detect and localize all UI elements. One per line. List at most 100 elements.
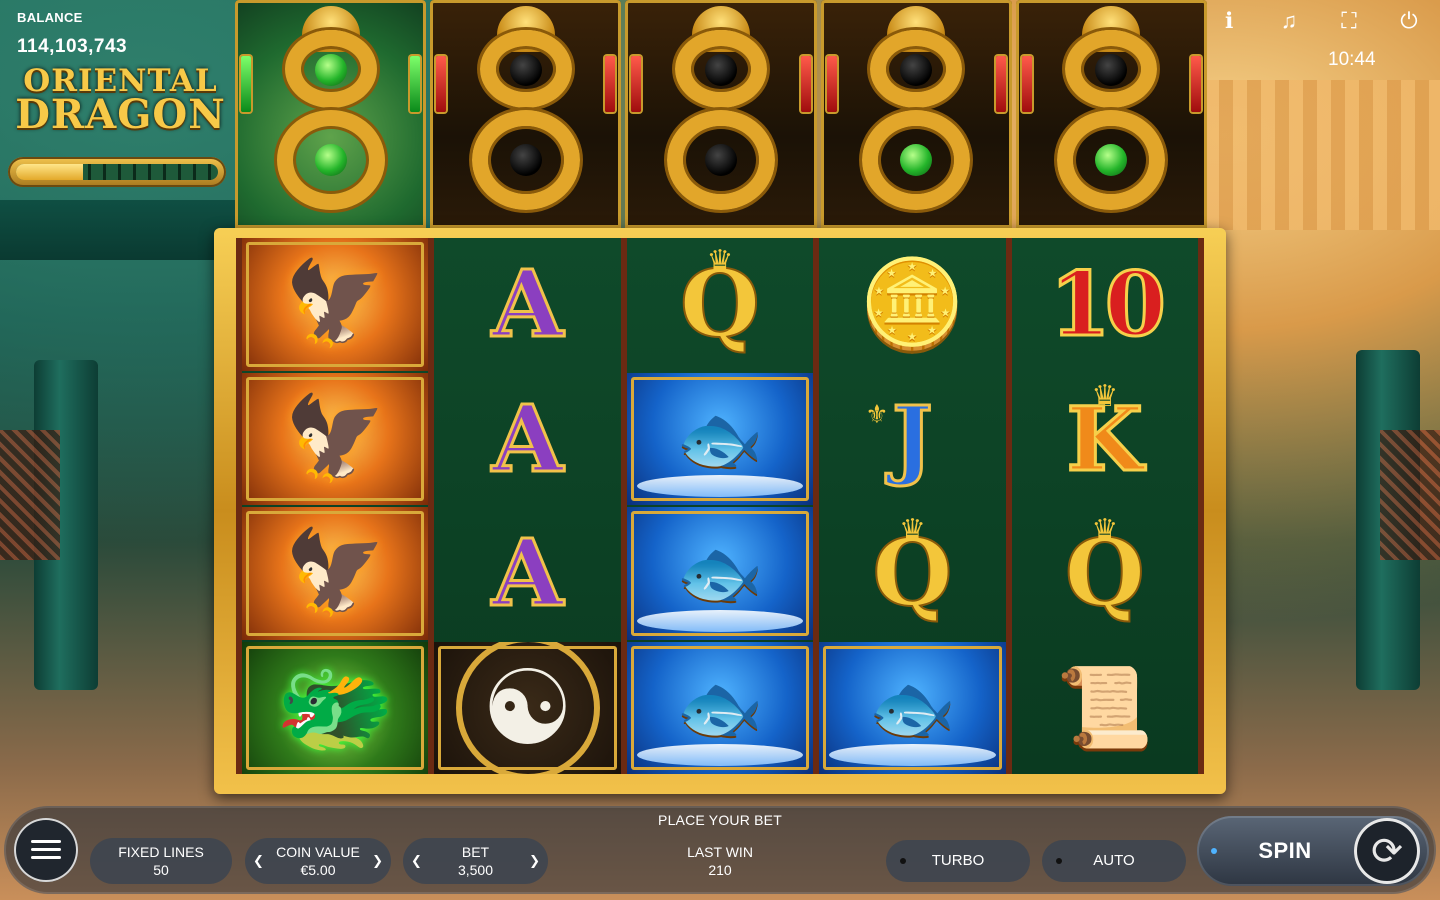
symbol-j-icon: J <box>891 387 935 489</box>
dragon-collector-row <box>233 0 1209 228</box>
symbol-frame <box>246 242 425 367</box>
bet-increase-icon[interactable]: ❯ <box>529 852 540 870</box>
fleur-de-lis-icon: ⚜ <box>865 398 889 429</box>
bet-decrease-icon[interactable]: ❮ <box>411 852 422 870</box>
symbol-a-icon: A <box>490 519 564 628</box>
symbol-phoenix: 🦅 <box>242 507 429 640</box>
wave-decoration <box>829 744 996 766</box>
last-win-label: LAST WIN <box>687 844 753 860</box>
spin-refresh-icon[interactable]: ⟳ <box>1354 818 1420 884</box>
symbol-yin-yang: ☯ <box>434 641 621 774</box>
dragon-collector-2 <box>430 0 622 228</box>
symbol-phoenix: 🦅 <box>242 238 429 371</box>
gem-icon <box>1021 56 1032 112</box>
turbo-label: TURBO <box>931 852 985 869</box>
orb-black-icon <box>509 144 542 176</box>
symbol-koi-fish: 🐟 <box>626 641 814 774</box>
symbol-phoenix: 🦅 <box>242 372 429 505</box>
orb-green-icon <box>1095 144 1128 176</box>
top-toolbar: ℹ ♫ ⛶ ⏻ <box>1216 8 1422 34</box>
bet-selector: ❮ BET 3,500 ❯ <box>403 838 548 884</box>
auto-toggle[interactable]: AUTO <box>1042 840 1186 882</box>
bet-value: 3,500 <box>457 862 494 878</box>
gem-icon <box>631 56 642 112</box>
turbo-toggle[interactable]: TURBO <box>886 840 1030 882</box>
symbol-ring <box>455 641 600 774</box>
sound-icon[interactable]: ♫ <box>1276 8 1302 34</box>
dragon-collector-5 <box>1015 0 1208 228</box>
menu-button[interactable] <box>14 818 78 882</box>
turbo-indicator <box>900 858 906 864</box>
gem-icon <box>826 56 837 112</box>
symbol-10: 10 <box>1012 238 1198 371</box>
gem-icon <box>1191 56 1202 112</box>
reel-frame: 🦅 🦅 🦅 🐲 A A A ☯ ♛ Q 🐟 🐟 🐟 🪙 ⚜ J ♛ Q 🐟 10 ♛ K ♛ Q 📜 <box>214 228 1226 794</box>
gem-icon <box>605 56 616 112</box>
orb-black-icon <box>900 54 933 86</box>
symbol-a-icon: A <box>490 384 564 493</box>
auto-label: AUTO <box>1093 852 1135 869</box>
symbol-frame <box>246 645 425 770</box>
symbol-k: ♛ K <box>1012 373 1198 506</box>
dragon-collector-4 <box>820 0 1012 228</box>
reel-1: 🦅 🦅 🦅 🐲 <box>242 238 429 774</box>
gem-icon <box>995 56 1006 112</box>
orb-black-icon <box>705 54 737 86</box>
orb-green-icon <box>900 144 933 176</box>
symbol-koi-fish: 🐟 <box>819 641 1006 774</box>
spin-indicator <box>1211 848 1217 854</box>
gem-icon <box>800 56 811 112</box>
balance-value: 114,103,743 <box>17 36 128 57</box>
power-icon[interactable]: ⏻ <box>1396 8 1422 34</box>
reel-2: A A A ☯ <box>434 238 621 774</box>
fixed-lines-value: 50 <box>153 862 169 878</box>
progress-track <box>16 164 218 180</box>
game-logo: ORIENTAL DRAGON <box>8 64 233 138</box>
logo-line-2: DRAGON <box>15 91 226 138</box>
fixed-lines-display: FIXED LINES 50 <box>90 838 232 884</box>
wave-decoration <box>636 744 804 766</box>
reel-5: 10 ♛ K ♛ Q 📜 <box>1011 238 1198 775</box>
background-lattice <box>0 430 60 560</box>
crown-icon: ♛ <box>706 245 734 278</box>
symbol-gold-coins-icon: 🪙 <box>858 254 966 355</box>
reel-grid: 🦅 🦅 🦅 🐲 A A A ☯ ♛ Q 🐟 🐟 🐟 🪙 ⚜ J ♛ Q 🐟 10 ♛ K ♛ Q 📜 <box>236 238 1204 774</box>
symbol-koi-fish: 🐟 <box>626 507 814 640</box>
symbol-a-icon: A <box>490 250 564 359</box>
symbol-scroll: 📜 <box>1012 642 1198 775</box>
dragon-collector-1 <box>235 0 427 228</box>
orb-green-icon <box>314 144 347 176</box>
symbol-a: A <box>434 373 620 506</box>
symbol-a: A <box>434 507 620 640</box>
hamburger-icon <box>31 840 61 860</box>
feature-progress-bar <box>8 157 226 187</box>
gem-icon <box>241 56 251 112</box>
coin-value-decrease-icon[interactable]: ❮ <box>253 852 264 870</box>
temple-roof-left <box>0 200 240 260</box>
coin-value-increase-icon[interactable]: ❯ <box>372 852 383 870</box>
symbol-q: ♛ Q <box>627 238 813 371</box>
dragon-collector-3 <box>625 0 817 228</box>
spin-label[interactable]: SPIN <box>1240 838 1330 864</box>
symbol-scroll-icon: 📜 <box>1056 662 1154 753</box>
gem-icon <box>410 56 421 112</box>
crown-icon: ♛ <box>1091 514 1119 547</box>
symbol-q: ♛ Q <box>1012 507 1198 640</box>
orb-black-icon <box>705 144 737 176</box>
crown-icon: ♛ <box>1091 379 1119 413</box>
crown-icon: ♛ <box>898 514 926 547</box>
wave-decoration <box>636 475 804 497</box>
symbol-j: ⚜ J <box>819 373 1005 506</box>
balance-label: BALANCE <box>17 10 83 25</box>
info-icon[interactable]: ℹ <box>1216 8 1242 34</box>
progress-fill <box>16 164 83 180</box>
coin-value-selector: ❮ COIN VALUE €5.00 ❯ <box>245 838 391 884</box>
symbol-koi-fish: 🐟 <box>626 372 814 505</box>
wave-decoration <box>636 609 804 632</box>
orb-black-icon <box>1095 54 1128 86</box>
fullscreen-icon[interactable]: ⛶ <box>1336 8 1362 34</box>
last-win-value: 210 <box>708 862 732 878</box>
bet-label: BET <box>461 844 490 860</box>
last-win-display: LAST WIN 210 <box>660 843 780 879</box>
background-lattice <box>1380 430 1440 560</box>
